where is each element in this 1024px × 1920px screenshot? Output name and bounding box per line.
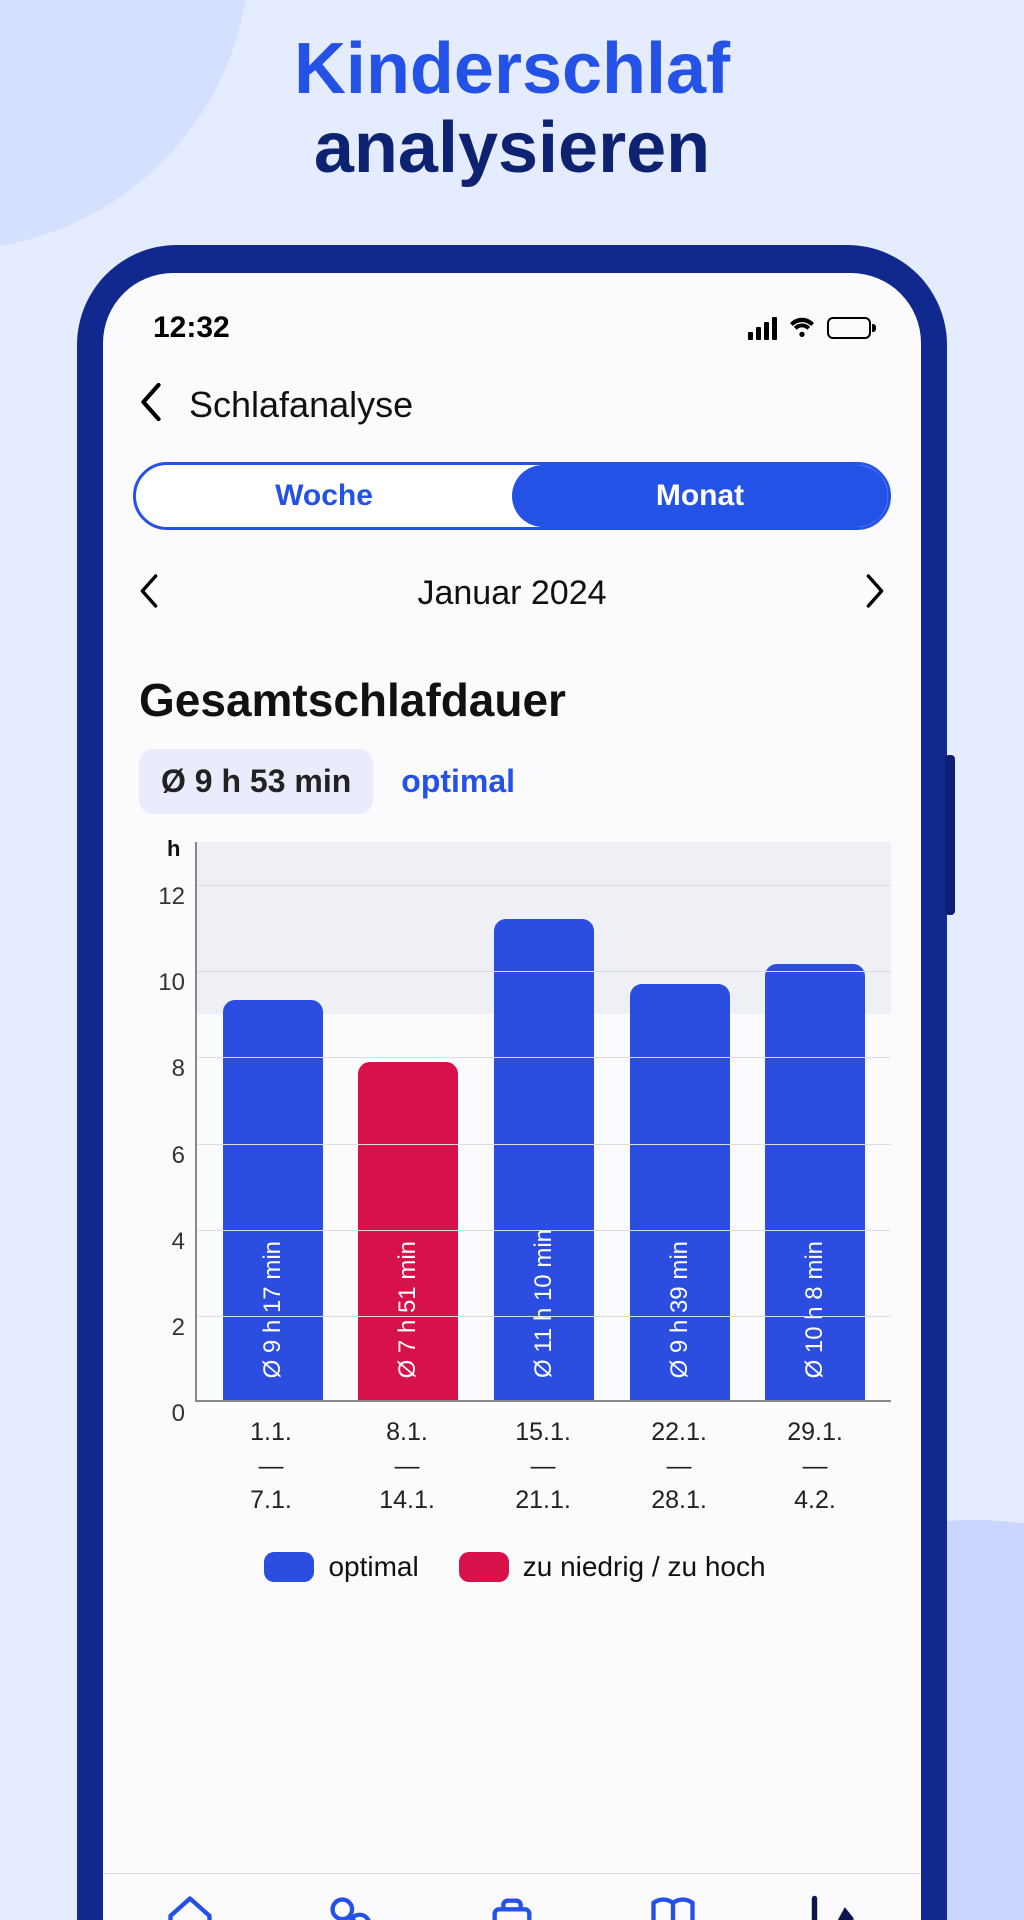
phone-frame: 12:32 Schlafanalyse Woche Monat [77, 245, 947, 1920]
chart-bar[interactable]: Ø 9 h 17 min [223, 1000, 323, 1400]
x-tick-label: 22.1.—28.1. [629, 1416, 729, 1517]
plot-area: Ø 9 h 17 min Ø 7 h 51 min Ø 11 h 10 min Ø 9… [195, 842, 891, 1402]
month-navigator: Januar 2024 [103, 530, 921, 633]
battery-icon [827, 317, 871, 339]
bar-label: Ø 11 h 10 min [530, 1207, 558, 1400]
chart-legend: optimal zu niedrig / zu hoch [139, 1517, 891, 1601]
segment-month[interactable]: Monat [512, 465, 888, 527]
y-tick: 12 [158, 883, 185, 911]
phone-side-button [945, 755, 955, 915]
back-icon[interactable] [139, 383, 163, 426]
tab-tools[interactable]: Tools [437, 1892, 587, 1920]
chart-bar[interactable]: Ø 11 h 10 min [494, 919, 594, 1400]
y-tick: 2 [172, 1314, 185, 1342]
hero-title: Kinderschlaf analysieren [0, 0, 1024, 188]
y-tick: 10 [158, 969, 185, 997]
status-bar: 12:32 [103, 273, 921, 353]
status-time: 12:32 [153, 311, 230, 345]
y-axis: h 024681012 [139, 842, 195, 1402]
x-tick-label: 15.1.—21.1. [493, 1416, 593, 1517]
tab-tracking[interactable]: Tracking [759, 1892, 909, 1920]
period-segmented-control: Woche Monat [133, 462, 891, 530]
bar-label: Ø 10 h 8 min [801, 1219, 829, 1400]
status-icons [748, 311, 871, 345]
tab-wissen[interactable]: Wissen [598, 1892, 748, 1920]
x-tick-label: 8.1.—14.1. [357, 1416, 457, 1517]
tracking-icon [806, 1892, 862, 1920]
home-icon [162, 1892, 218, 1920]
y-tick: 4 [172, 1228, 185, 1256]
y-tick: 0 [172, 1400, 185, 1428]
x-tick-label: 1.1.—7.1. [221, 1416, 321, 1517]
section-title: Gesamtschlafdauer [103, 633, 921, 749]
gridline [197, 1316, 891, 1317]
legend-bad-label: zu niedrig / zu hoch [523, 1551, 766, 1583]
hero-line2: analysieren [0, 109, 1024, 188]
month-label: Januar 2024 [417, 574, 606, 613]
routine-icon [323, 1892, 379, 1920]
next-month-icon[interactable] [865, 574, 885, 613]
y-tick: 6 [172, 1142, 185, 1170]
tab-home[interactable]: Home [115, 1892, 265, 1920]
cellular-icon [748, 317, 777, 340]
chart-bar[interactable]: Ø 10 h 8 min [765, 964, 865, 1400]
legend-bad: zu niedrig / zu hoch [459, 1551, 766, 1583]
phone-screen: 12:32 Schlafanalyse Woche Monat [103, 273, 921, 1920]
sleep-bar-chart: h 024681012 Ø 9 h 17 minØ 7 h 51 minØ 11… [139, 842, 891, 1402]
gridline [197, 971, 891, 972]
legend-optimal: optimal [264, 1551, 418, 1583]
bar-label: Ø 9 h 39 min [666, 1219, 694, 1400]
swatch-bad [459, 1552, 509, 1582]
y-axis-unit: h [167, 836, 180, 862]
gridline [197, 885, 891, 886]
tools-icon [484, 1892, 540, 1920]
x-tick-label: 29.1.—4.2. [765, 1416, 865, 1517]
average-row: Ø 9 h 53 min optimal [103, 749, 921, 842]
gridline [197, 1144, 891, 1145]
gridline [197, 1057, 891, 1058]
swatch-optimal [264, 1552, 314, 1582]
gridline [197, 1230, 891, 1231]
bar-label: Ø 7 h 51 min [394, 1219, 422, 1400]
tab-routine[interactable]: Routine [276, 1892, 426, 1920]
chart-bar[interactable]: Ø 7 h 51 min [358, 1062, 458, 1400]
chart-bar[interactable]: Ø 9 h 39 min [630, 984, 730, 1400]
prev-month-icon[interactable] [139, 574, 159, 613]
screen-title: Schlafanalyse [189, 384, 413, 426]
wissen-icon [645, 1892, 701, 1920]
chart-container: h 024681012 Ø 9 h 17 minØ 7 h 51 minØ 11… [103, 842, 921, 1601]
wifi-icon [787, 311, 817, 345]
hero-line1: Kinderschlaf [0, 30, 1024, 109]
app-header: Schlafanalyse [103, 353, 921, 456]
bar-label: Ø 9 h 17 min [259, 1219, 287, 1400]
bottom-tab-bar: Home Routine Tools Wissen [103, 1873, 921, 1920]
legend-optimal-label: optimal [328, 1551, 418, 1583]
average-status: optimal [401, 763, 515, 800]
x-axis-labels: 1.1.—7.1. 8.1.—14.1. 15.1.—21.1. 22.1.—28.1… [139, 1402, 891, 1517]
average-pill: Ø 9 h 53 min [139, 749, 373, 814]
segment-week[interactable]: Woche [136, 465, 512, 527]
y-tick: 8 [172, 1055, 185, 1083]
